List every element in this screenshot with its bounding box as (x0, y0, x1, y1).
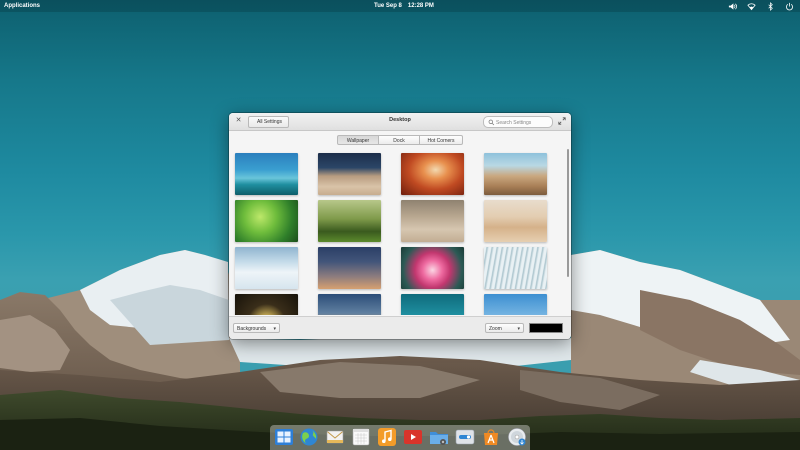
wallpaper-thumbnail-blue-sky[interactable] (484, 294, 547, 315)
wallpaper-thumbnail-rocky-shore[interactable] (484, 153, 547, 195)
top-panel: Applications Tue Sep 8 12:28 PM (0, 0, 800, 12)
search-placeholder: Search Settings (496, 119, 532, 126)
files-icon[interactable] (429, 427, 449, 447)
power-icon[interactable] (785, 2, 794, 11)
wallpaper-thumbnail-teal-water[interactable] (401, 294, 464, 315)
videos-icon[interactable] (403, 427, 423, 447)
tab-dock[interactable]: Dock (379, 135, 420, 145)
chevron-down-icon: ▾ (517, 326, 520, 332)
mail-icon[interactable] (325, 427, 345, 447)
background-mode-value: Backgrounds (237, 326, 267, 332)
wallpaper-thumbnail-dusk-sky[interactable] (318, 247, 381, 289)
panel-time: 12:28 PM (407, 2, 434, 9)
wallpaper-thumbnail-tropical-water[interactable] (235, 153, 298, 195)
wallpaper-thumbnail-bench-in-grass[interactable] (318, 200, 381, 242)
wallpaper-thumbnail-red-rock-canyon[interactable] (401, 153, 464, 195)
calendar-icon[interactable] (351, 427, 371, 447)
tab-wallpaper[interactable]: Wallpaper (337, 135, 379, 145)
background-mode-select[interactable]: Backgrounds ▾ (233, 323, 280, 333)
applications-menu[interactable]: Applications (4, 3, 40, 9)
desktop-tabs: Wallpaper Dock Hot Corners (337, 135, 463, 145)
window-titlebar[interactable]: ✕ All Settings Desktop Search Settings (229, 113, 571, 131)
wallpaper-thumbnail-round-window[interactable] (235, 294, 298, 315)
solid-color-button[interactable] (529, 323, 563, 333)
fit-mode-select[interactable]: Zoom ▾ (485, 323, 524, 333)
multitasking-view-icon[interactable] (274, 427, 294, 447)
app-center-icon[interactable] (481, 427, 501, 447)
grid-scrollbar[interactable] (567, 149, 569, 277)
wallpaper-thumbnail-sunset-lake[interactable] (318, 294, 381, 315)
wallpaper-thumbnail-rippled-sand[interactable] (318, 153, 381, 195)
wallpaper-grid (229, 149, 565, 315)
all-settings-button[interactable]: All Settings (248, 116, 289, 128)
music-icon[interactable] (377, 427, 397, 447)
search-icon (488, 119, 495, 125)
system-tray (728, 1, 794, 11)
wallpaper-thumbnail-sand-dunes[interactable] (484, 200, 547, 242)
system-settings-icon[interactable] (455, 427, 475, 447)
wallpaper-options-bar: Backgrounds ▾ Zoom ▾ (229, 316, 571, 339)
optical-disc-icon[interactable] (507, 427, 527, 447)
search-input[interactable]: Search Settings (483, 116, 553, 128)
panel-date: Tue Sep 8 (374, 2, 402, 9)
wallpaper-thumbnail-clouds[interactable] (235, 247, 298, 289)
wallpaper-thumbnail-seashell-on-beach[interactable] (401, 200, 464, 242)
tab-hot-corners[interactable]: Hot Corners (420, 135, 463, 145)
web-browser-icon[interactable] (299, 427, 319, 447)
panel-clock[interactable]: Tue Sep 8 12:28 PM (374, 3, 440, 9)
wifi-icon[interactable] (747, 2, 756, 11)
wallpaper-thumbnail-ribbed-texture[interactable] (484, 247, 547, 289)
chevron-down-icon: ▾ (273, 326, 276, 332)
wallpaper-thumbnail-pink-lotus[interactable] (401, 247, 464, 289)
volume-icon[interactable] (728, 2, 737, 11)
maximize-icon[interactable] (558, 116, 566, 125)
wallpaper-thumbnail-green-leaves[interactable] (235, 200, 298, 242)
bluetooth-icon[interactable] (766, 1, 775, 11)
close-icon[interactable]: ✕ (234, 116, 243, 125)
settings-window: ✕ All Settings Desktop Search Settings W… (229, 113, 571, 339)
fit-mode-value: Zoom (489, 326, 502, 332)
